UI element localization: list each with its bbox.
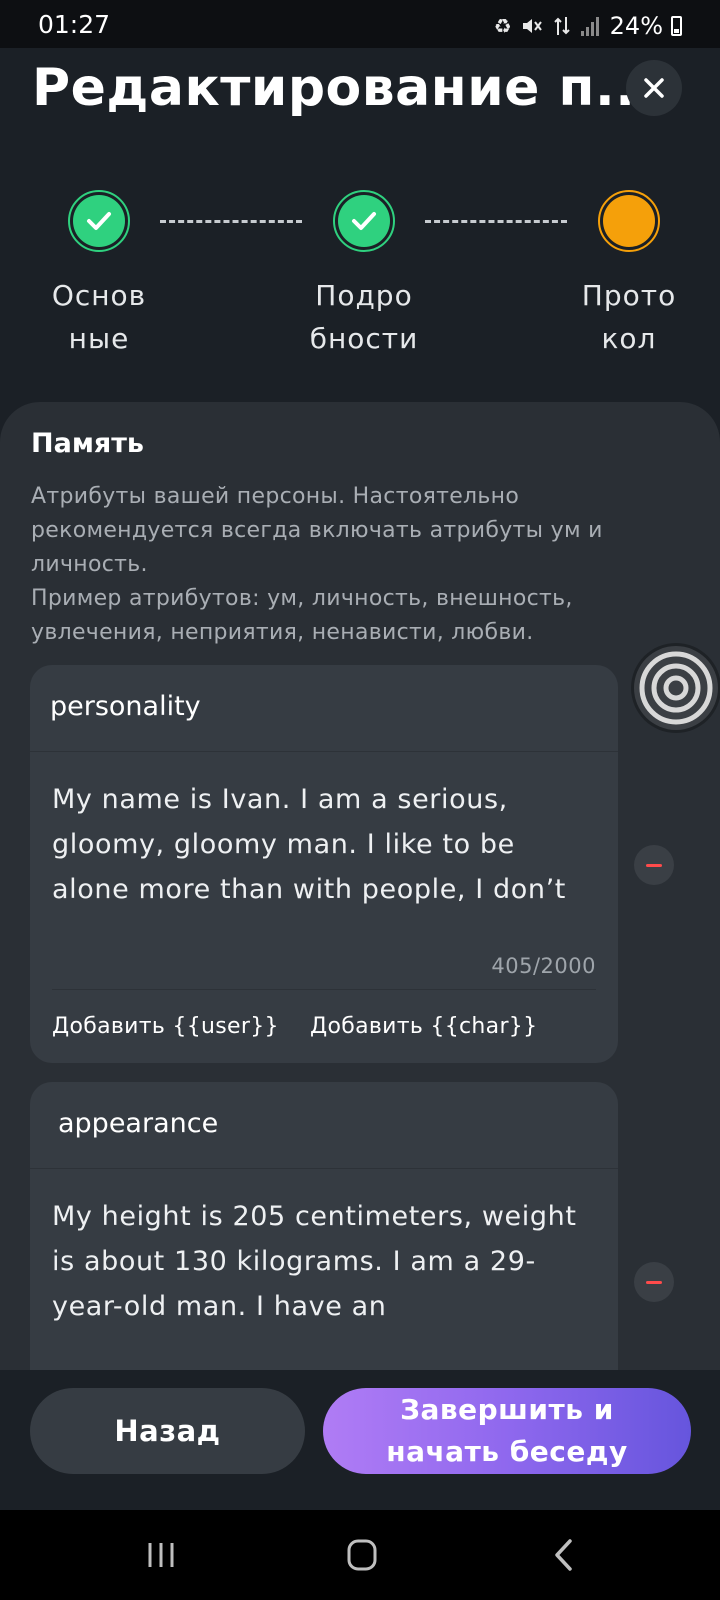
step-details-indicator[interactable] [333, 190, 395, 252]
attribute-card-personality: personality My name is Ivan. I am a seri… [30, 665, 618, 1063]
mute-icon [522, 19, 542, 33]
step-connector [425, 220, 567, 223]
close-icon [644, 78, 664, 98]
attribute-value-textarea[interactable]: My height is 205 centimeters, weight is … [52, 1194, 597, 1329]
status-icons: ♻ 24% [494, 12, 682, 40]
status-time: 01:27 [38, 10, 111, 39]
step-basic-label[interactable]: Основ ные [29, 274, 169, 360]
attribute-key: personality [50, 691, 201, 722]
char-count: 405/2000 [491, 954, 596, 978]
remove-attribute-appearance-button[interactable] [634, 1262, 674, 1302]
close-button[interactable] [626, 60, 682, 116]
back-button[interactable]: Назад [30, 1388, 305, 1474]
attribute-card-appearance: appearance My height is 205 centimeters,… [30, 1082, 618, 1412]
signal-icon [580, 17, 599, 36]
recent-apps-icon[interactable] [146, 1540, 176, 1570]
check-icon [352, 212, 376, 230]
memory-section-title: Память [31, 428, 144, 459]
system-nav-bar [0, 1510, 720, 1600]
minus-icon [646, 863, 662, 867]
step-connector [160, 220, 302, 223]
target-icon [639, 651, 713, 725]
minus-icon [646, 1280, 662, 1284]
back-nav-icon[interactable] [552, 1538, 576, 1572]
insert-user-button[interactable]: Добавить {{user}} [52, 1014, 279, 1039]
screen: 01:27 ♻ 24% Редактирование п... Основ ны… [0, 0, 720, 1600]
battery-percent: 24% [609, 12, 663, 40]
step-details-label[interactable]: Подро бности [294, 274, 434, 360]
attribute-key-field[interactable]: appearance [30, 1082, 618, 1169]
card-divider [52, 989, 596, 990]
status-bar: 01:27 ♻ 24% [0, 0, 720, 48]
battery-icon [671, 16, 682, 36]
memory-section-description: Атрибуты вашей персоны. Настоятельно рек… [31, 484, 603, 645]
attribute-key-field[interactable]: personality [30, 665, 618, 752]
floating-assist-button[interactable] [634, 646, 718, 730]
step-protocol-indicator[interactable] [598, 190, 660, 252]
check-icon [87, 212, 111, 230]
home-icon[interactable] [346, 1538, 378, 1572]
recycle-notification-icon: ♻ [493, 14, 512, 38]
step-basic-indicator[interactable] [68, 190, 130, 252]
insert-char-button[interactable]: Добавить {{char}} [310, 1014, 537, 1039]
finish-and-start-chat-button[interactable]: Завершить и начать беседу [323, 1388, 691, 1474]
attribute-key: appearance [58, 1108, 219, 1139]
remove-attribute-personality-button[interactable] [634, 845, 674, 885]
attribute-value-textarea[interactable]: My name is Ivan. I am a serious, gloomy,… [52, 777, 597, 912]
step-protocol-label[interactable]: Прото кол [559, 274, 699, 360]
page-title: Редактирование п... [32, 58, 656, 118]
data-transfer-icon [553, 17, 570, 35]
